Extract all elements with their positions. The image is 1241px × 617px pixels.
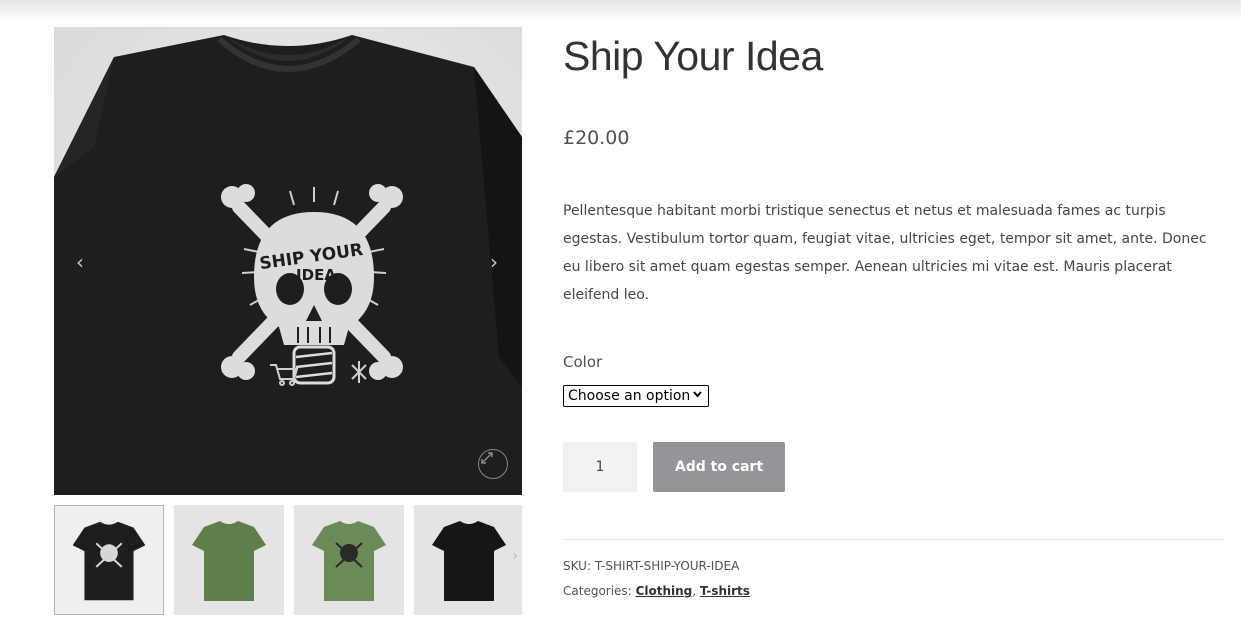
gallery-prev-arrow[interactable]: ‹ (76, 252, 84, 272)
divider (563, 539, 1225, 540)
quantity-input[interactable]: 1 (563, 442, 637, 492)
category-link-clothing[interactable]: Clothing (636, 584, 693, 598)
sku-value: T-SHIRT-SHIP-YOUR-IDEA (594, 559, 740, 573)
gallery-next-arrow[interactable]: › (490, 252, 498, 272)
color-label: Color (563, 353, 603, 371)
product-summary: Ship Your Idea £20.00 Pellentesque habit… (563, 31, 1225, 598)
thumbnail-2[interactable] (174, 505, 284, 615)
product-gallery: SHIP YOUR IDEA ‹ › › (54, 27, 522, 615)
chevron-down-icon (693, 391, 703, 401)
categories-separator: , (692, 584, 697, 598)
product-title: Ship Your Idea (563, 33, 823, 79)
print-text-line2: IDEA (296, 266, 336, 284)
tshirt-thumbnail-icon (72, 521, 146, 601)
color-select-value: Choose an option (568, 388, 691, 404)
thumbnail-strip: › (54, 505, 522, 615)
zoom-icon[interactable] (478, 449, 508, 479)
tshirt-thumbnail-icon (432, 521, 506, 601)
color-select[interactable]: Choose an option (563, 385, 709, 407)
tshirt-image: SHIP YOUR IDEA (54, 35, 522, 495)
add-to-cart-button[interactable]: Add to cart (653, 442, 785, 492)
product-sku: SKU: T-SHIRT-SHIP-YOUR-IDEA (563, 559, 739, 573)
thumbnail-3[interactable] (294, 505, 404, 615)
product-categories: Categories: Clothing, T-shirts (563, 584, 750, 598)
product-description: Pellentesque habitant morbi tristique se… (563, 203, 1207, 303)
header-shadow (0, 0, 1241, 22)
tshirt-thumbnail-icon (192, 521, 266, 601)
thumbnail-1[interactable] (54, 505, 164, 615)
thumbnail-next-arrow[interactable]: › (512, 548, 518, 564)
tshirt-thumbnail-icon (312, 521, 386, 601)
product-price: £20.00 (563, 127, 630, 149)
main-product-image[interactable]: SHIP YOUR IDEA ‹ › (54, 27, 522, 495)
expand-icon (481, 452, 493, 464)
category-link-tshirts[interactable]: T-shirts (700, 584, 750, 598)
categories-label: Categories: (563, 584, 632, 598)
thumbnail-4[interactable] (414, 505, 522, 615)
sku-label: SKU: (563, 559, 591, 573)
